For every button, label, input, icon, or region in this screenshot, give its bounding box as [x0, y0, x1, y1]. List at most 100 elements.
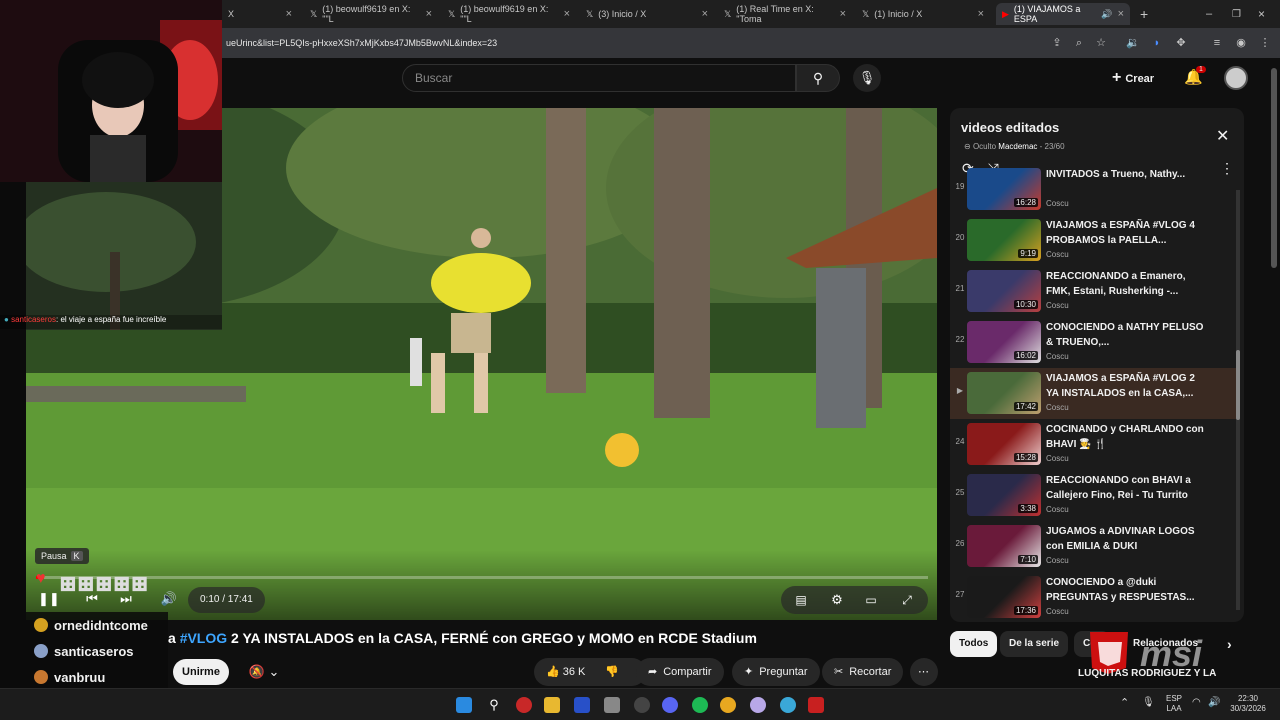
share-button[interactable]: ➦ Compartir [636, 658, 724, 686]
playlist-item[interactable]: 26 7:10 JUGAMOS a ADIVINAR LOGOS con EMILI… [950, 521, 1236, 572]
profile-icon[interactable]: ◉ [1234, 36, 1248, 50]
close-icon[interactable]: ✕ [1216, 126, 1229, 146]
dislike-button[interactable]: 👎 [605, 658, 619, 686]
page-scrollbar[interactable] [1268, 58, 1280, 688]
playlist-item-duration: 17:42 [1013, 402, 1038, 411]
browser-tab-active[interactable]: ▶ (1) VIAJAMOS a ESPA 🔊 × [996, 3, 1130, 25]
app-icon[interactable] [750, 697, 766, 713]
url-text[interactable]: ueUrinc&list=PL5QIs-pHxxeXSh7xMjKxbs47JM… [226, 38, 497, 48]
account-avatar[interactable] [1224, 66, 1248, 90]
close-icon[interactable]: × [702, 8, 708, 20]
playlist-title[interactable]: videos editados [961, 120, 1059, 135]
chevron-up-icon[interactable]: ⌃ [1120, 698, 1129, 709]
playlist-item-title: REACCIONANDO con BHAVI a Callejero Fino,… [1046, 475, 1191, 501]
close-icon[interactable]: × [564, 8, 570, 20]
browser-tab[interactable]: 𝕏 (1) Inicio / X × [856, 3, 990, 25]
share-icon: ➦ [648, 666, 658, 678]
app-icon[interactable] [516, 697, 532, 713]
playlist-item[interactable]: 24 15:28 COCINANDO y CHARLANDO con BHAVI 🧑… [950, 419, 1236, 470]
browser-tab[interactable]: 𝕏 (1) Real Time en X: "Toma × [718, 3, 852, 25]
ask-button[interactable]: ✦ Preguntar [732, 658, 820, 686]
discord-icon[interactable] [662, 697, 678, 713]
playlist-item[interactable]: 21 10:30 REACCIONANDO a Emanero, FMK, Esta… [950, 266, 1236, 317]
subscription-bell-button[interactable]: 🔕 ⌄ [238, 659, 290, 685]
clip-button[interactable]: ✂ Recortar [822, 658, 904, 686]
chip-de-la-serie[interactable]: De la serie [1000, 631, 1069, 657]
fullscreen-icon[interactable]: ⤢ [897, 587, 917, 613]
progress-bar[interactable] [36, 576, 928, 579]
search-icon[interactable]: ⚲ [486, 697, 502, 713]
search-button[interactable]: ⚲ [796, 64, 840, 92]
microphone-icon[interactable]: 🎙 [1142, 698, 1155, 708]
app-icon[interactable] [634, 697, 650, 713]
playlist-position: 23/60 [1044, 142, 1065, 151]
playlist-icon[interactable]: ≡ [1210, 36, 1224, 50]
title-hashtag-link[interactable]: #VLOG [180, 630, 227, 646]
playlist-item[interactable]: 25 3:38 REACCIONANDO con BHAVI a Callejero… [950, 470, 1236, 521]
theater-mode-icon[interactable]: ▭ [861, 587, 881, 613]
chip-todos[interactable]: Todos [950, 631, 998, 657]
playlist-item[interactable]: 20 9:19 VIAJAMOS a ESPAÑA #VLOG 4 PROBAMOS… [950, 215, 1236, 266]
app-icon[interactable] [604, 697, 620, 713]
install-icon[interactable]: ⇪ [1050, 36, 1064, 50]
close-icon[interactable]: × [978, 8, 984, 20]
clock[interactable]: 22:30 30/3/2026 [1226, 694, 1270, 714]
minimize-button[interactable]: – [1200, 3, 1220, 25]
playlist-scrollbar[interactable] [1236, 190, 1240, 610]
playlist-item-channel: Coscu [1046, 403, 1069, 412]
playlist-item-current[interactable]: ▶ 17:42 VIAJAMOS a ESPAÑA #VLOG 2 YA INSTA… [950, 368, 1236, 419]
browser-tab[interactable]: 𝕏 (1) beowulf9619 en X: ""L × [442, 3, 576, 25]
speaker-icon[interactable]: 🔊 [1101, 9, 1112, 20]
browser-tab[interactable]: 𝕏 (3) Inicio / X × [580, 3, 714, 25]
app-icon[interactable] [808, 697, 824, 713]
close-icon[interactable]: × [1118, 8, 1124, 20]
recommended-video-title[interactable]: LUQUITAS RODRIGUEZ Y LA [950, 668, 1244, 688]
like-button[interactable]: 👍 36 K [546, 658, 585, 686]
language-indicator[interactable]: ESP LAA [1162, 694, 1186, 714]
ask-label: Preguntar [759, 666, 808, 678]
playlist-item[interactable]: 19 16:28 INVITADOS a Trueno, Nathy... Coscu [950, 164, 1236, 215]
playlist-item[interactable]: 22 16:02 CONOCIENDO a NATHY PELUSO & TRUEN… [950, 317, 1236, 368]
create-button[interactable]: + Crear [1112, 67, 1154, 89]
join-button[interactable]: Unirme [173, 659, 229, 685]
scrollbar-thumb[interactable] [1236, 350, 1240, 420]
spotify-icon[interactable] [692, 697, 708, 713]
tab-label: (1) Inicio / X [874, 9, 923, 19]
browser-tab[interactable]: X × [222, 3, 298, 25]
playlist-owner[interactable]: Macdemac [998, 142, 1037, 151]
close-icon[interactable]: × [840, 8, 846, 20]
volume-icon[interactable]: 🔊 [1208, 698, 1220, 708]
wifi-icon[interactable]: ◠ [1192, 698, 1201, 708]
extension-icon[interactable]: ◗ [1150, 36, 1164, 50]
page-scrollbar-thumb[interactable] [1271, 68, 1277, 268]
app-v-icon[interactable] [574, 697, 590, 713]
volume-icon[interactable]: 🔊 [158, 586, 180, 612]
pause-button[interactable]: ❚❚ [38, 586, 60, 612]
search-input[interactable]: Buscar [402, 64, 796, 92]
voice-search-button[interactable]: 🎙 [853, 64, 881, 92]
close-icon[interactable]: × [426, 8, 432, 20]
menu-kebab-icon[interactable]: ⋮ [1258, 36, 1272, 50]
tab-label: (1) VIAJAMOS a ESPA [1013, 4, 1081, 24]
file-explorer-icon[interactable] [544, 697, 560, 713]
viewer-name: santicaseros [54, 643, 134, 659]
browser-tab[interactable]: 𝕏 (1) beowulf9619 en X: ""L × [304, 3, 438, 25]
more-actions-button[interactable]: ⋯ [910, 658, 938, 686]
media-icon[interactable]: 🔉 [1126, 36, 1140, 50]
new-tab-button[interactable]: + [1134, 3, 1154, 25]
close-window-button[interactable]: × [1252, 3, 1272, 25]
subtitles-icon[interactable]: ▤ [791, 587, 811, 613]
chrome-icon[interactable] [720, 697, 736, 713]
app-icon[interactable] [780, 697, 796, 713]
close-icon[interactable]: × [286, 8, 292, 20]
language-code: ESP [1165, 694, 1182, 703]
settings-gear-icon[interactable]: ⚙ [827, 587, 847, 613]
bookmark-star-icon[interactable]: ☆ [1094, 36, 1108, 50]
maximize-button[interactable]: ❐ [1226, 3, 1246, 25]
windows-start-icon[interactable] [456, 697, 472, 713]
playlist-item[interactable]: 27 17:36 CONOCIENDO a @duki PREGUNTAS y RE… [950, 572, 1236, 622]
time-display: 0:10 / 17:41 [188, 587, 265, 613]
extensions-puzzle-icon[interactable]: ✥ [1174, 36, 1188, 50]
zoom-icon[interactable]: ⌕ [1072, 36, 1086, 50]
heart-icon: ♥ [36, 570, 46, 587]
